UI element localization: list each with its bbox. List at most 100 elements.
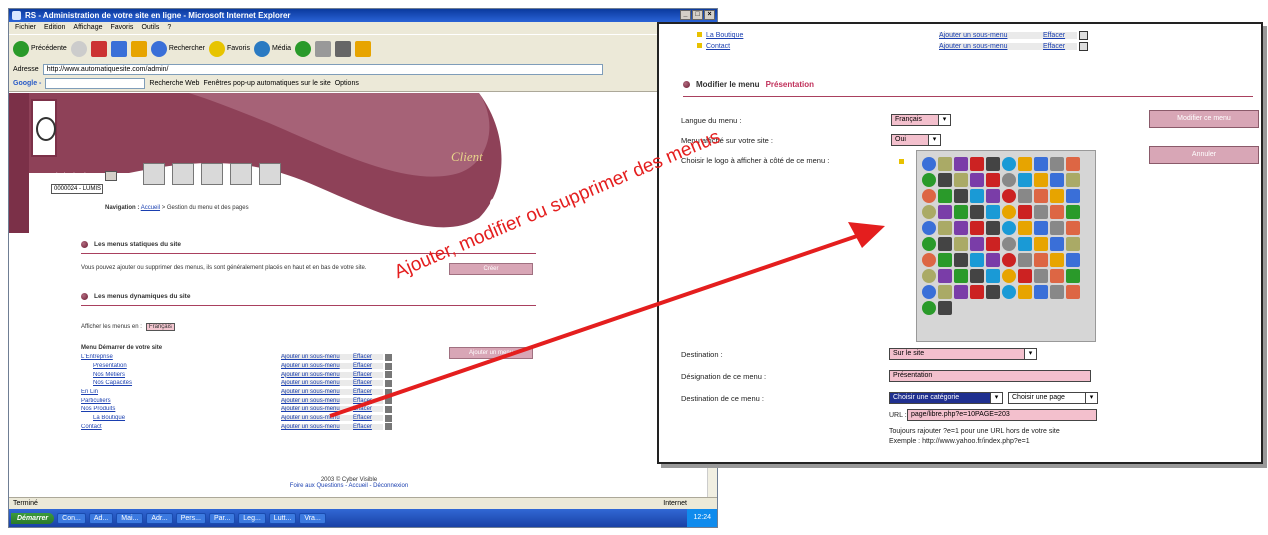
edit-icon[interactable] bbox=[385, 414, 392, 422]
logo-option-icon[interactable] bbox=[922, 269, 936, 283]
tree-item-link[interactable]: Nos Produits bbox=[81, 406, 281, 412]
add-submenu-link[interactable]: Ajouter un sous-menu bbox=[281, 371, 353, 378]
language-select[interactable]: Français bbox=[145, 323, 175, 331]
logo-option-icon[interactable] bbox=[1018, 237, 1032, 251]
task-item[interactable]: Ad... bbox=[88, 512, 114, 524]
logo-option-icon[interactable] bbox=[970, 237, 984, 251]
logo-option-icon[interactable] bbox=[1034, 269, 1048, 283]
logo-option-icon[interactable] bbox=[986, 205, 1000, 219]
footer-links[interactable]: Foire aux Questions - Accueil - Déconnex… bbox=[249, 483, 449, 489]
add-submenu-link[interactable]: Ajouter un sous-menu bbox=[281, 397, 353, 404]
task-item[interactable]: Leg... bbox=[238, 512, 266, 524]
logo-option-icon[interactable] bbox=[1002, 253, 1016, 267]
logo-option-icon[interactable] bbox=[970, 269, 984, 283]
logo-option-icon[interactable] bbox=[986, 221, 1000, 235]
edit-icon[interactable] bbox=[1079, 42, 1088, 51]
logo-option-icon[interactable] bbox=[1050, 173, 1064, 187]
logo-option-icon[interactable] bbox=[1066, 205, 1080, 219]
favorites-button[interactable]: Favoris bbox=[209, 40, 250, 57]
back-button[interactable]: Précédente bbox=[13, 40, 67, 57]
logo-option-icon[interactable] bbox=[986, 269, 1000, 283]
logo-option-icon[interactable] bbox=[922, 221, 936, 235]
logo-option-icon[interactable] bbox=[986, 173, 1000, 187]
logo-option-icon[interactable] bbox=[922, 285, 936, 299]
edit-icon[interactable] bbox=[355, 40, 372, 57]
menu-tools[interactable]: Outils bbox=[141, 22, 159, 34]
logo-option-icon[interactable] bbox=[938, 269, 952, 283]
add-menu-button[interactable]: Ajouter un menu bbox=[449, 347, 533, 359]
task-item[interactable]: Lutt... bbox=[268, 512, 297, 524]
settings-icon[interactable] bbox=[259, 163, 281, 185]
logo-option-icon[interactable] bbox=[970, 253, 984, 267]
tree-item-link[interactable]: La Boutique bbox=[81, 415, 281, 421]
logo-option-icon[interactable] bbox=[954, 189, 968, 203]
task-item[interactable]: Vra... bbox=[299, 512, 326, 524]
create-button[interactable]: Créer bbox=[449, 263, 533, 275]
task-item[interactable]: Par... bbox=[208, 512, 236, 524]
logo-option-icon[interactable] bbox=[938, 189, 952, 203]
logo-option-icon[interactable] bbox=[1066, 253, 1080, 267]
task-item[interactable]: Pers... bbox=[175, 512, 206, 524]
site-select[interactable]: 0000024 - LUMIS bbox=[51, 184, 103, 194]
logo-option-icon[interactable] bbox=[1002, 157, 1016, 171]
add-submenu-link[interactable]: Ajouter un sous-menu bbox=[939, 43, 1043, 50]
logo-option-icon[interactable] bbox=[1034, 173, 1048, 187]
menu-edit[interactable]: Edition bbox=[44, 22, 65, 34]
logo-option-icon[interactable] bbox=[1050, 221, 1064, 235]
logo-option-icon[interactable] bbox=[922, 173, 936, 187]
logo-option-icon[interactable] bbox=[1066, 269, 1080, 283]
edit-icon[interactable] bbox=[385, 397, 392, 405]
address-input[interactable]: http://www.automatiquesite.com/admin/ bbox=[42, 63, 603, 75]
logo-option-icon[interactable] bbox=[1066, 189, 1080, 203]
edit-icon[interactable] bbox=[385, 388, 392, 396]
language-select[interactable]: Français bbox=[891, 114, 951, 126]
logo-option-icon[interactable] bbox=[986, 189, 1000, 203]
logo-option-icon[interactable] bbox=[1002, 205, 1016, 219]
edit-icon[interactable] bbox=[1079, 31, 1088, 40]
designation-input[interactable]: Présentation bbox=[889, 370, 1091, 382]
logo-option-icon[interactable] bbox=[938, 253, 952, 267]
tree-item-link[interactable]: Nos Capacités bbox=[81, 380, 281, 386]
media-button[interactable]: Média bbox=[253, 40, 291, 57]
google-options[interactable]: Options bbox=[335, 80, 359, 87]
logo-option-icon[interactable] bbox=[1066, 221, 1080, 235]
add-submenu-link[interactable]: Ajouter un sous-menu bbox=[281, 380, 353, 387]
logo-option-icon[interactable] bbox=[938, 157, 952, 171]
logo-option-icon[interactable] bbox=[1050, 285, 1064, 299]
logo-option-icon[interactable] bbox=[1034, 205, 1048, 219]
google-search-button[interactable]: Recherche Web bbox=[149, 80, 199, 87]
logo-option-icon[interactable] bbox=[1018, 189, 1032, 203]
search-button[interactable]: Rechercher bbox=[150, 40, 205, 57]
logo-option-icon[interactable] bbox=[970, 205, 984, 219]
pages-icon[interactable] bbox=[172, 163, 194, 185]
tree-item-link[interactable]: Particuliers bbox=[81, 398, 281, 404]
add-submenu-link[interactable]: Ajouter un sous-menu bbox=[281, 354, 353, 361]
logo-option-icon[interactable] bbox=[1002, 173, 1016, 187]
logo-option-icon[interactable] bbox=[922, 253, 936, 267]
logo-option-icon[interactable] bbox=[970, 157, 984, 171]
logo-option-icon[interactable] bbox=[1002, 237, 1016, 251]
delete-link[interactable]: Effacer bbox=[353, 380, 383, 387]
logo-option-icon[interactable] bbox=[1050, 189, 1064, 203]
logo-option-icon[interactable] bbox=[938, 173, 952, 187]
print-icon[interactable] bbox=[335, 40, 352, 57]
delete-link[interactable]: Effacer bbox=[353, 354, 383, 361]
cancel-button[interactable]: Annuler bbox=[1149, 146, 1259, 164]
logo-option-icon[interactable] bbox=[1034, 189, 1048, 203]
tree-item-link[interactable]: La Boutique bbox=[689, 32, 939, 39]
logo-option-icon[interactable] bbox=[938, 205, 952, 219]
maximize-button[interactable]: □ bbox=[692, 10, 703, 20]
delete-link[interactable]: Effacer bbox=[353, 389, 383, 396]
site-choice-button[interactable] bbox=[105, 171, 117, 181]
logo-option-icon[interactable] bbox=[986, 285, 1000, 299]
logo-option-icon[interactable] bbox=[986, 157, 1000, 171]
breadcrumb-home-link[interactable]: Accueil bbox=[141, 205, 160, 211]
logo-option-icon[interactable] bbox=[1002, 221, 1016, 235]
logo-option-icon[interactable] bbox=[954, 237, 968, 251]
delete-link[interactable]: Effacer bbox=[1043, 32, 1077, 39]
logo-option-icon[interactable] bbox=[954, 269, 968, 283]
delete-link[interactable]: Effacer bbox=[353, 397, 383, 404]
delete-link[interactable]: Effacer bbox=[353, 371, 383, 378]
logo-option-icon[interactable] bbox=[970, 173, 984, 187]
forward-icon[interactable] bbox=[70, 40, 87, 57]
